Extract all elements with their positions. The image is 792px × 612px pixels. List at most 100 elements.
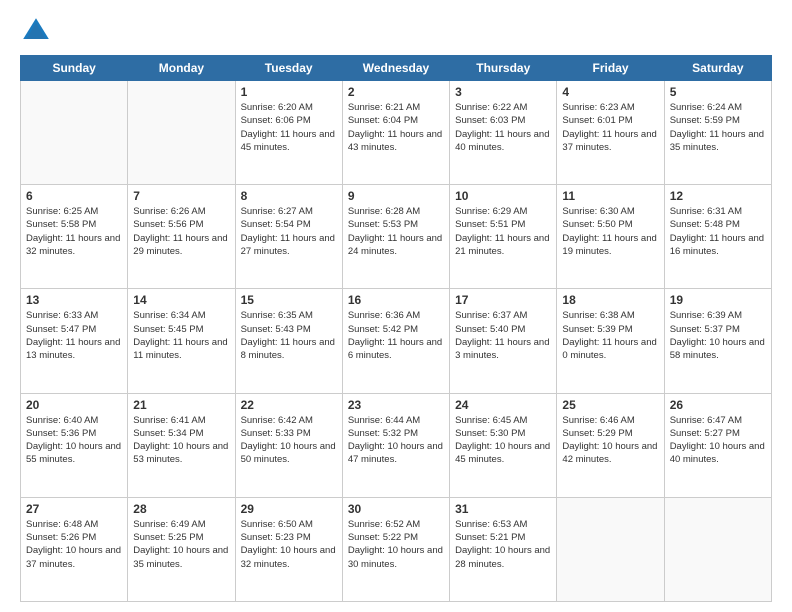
calendar-cell: 5Sunrise: 6:24 AM Sunset: 5:59 PM Daylig… <box>664 81 771 185</box>
calendar-cell: 17 Sunrise: 6:37 AM Sunset: 5:40 PM Dayli… <box>450 289 557 393</box>
day-number: 12 <box>670 189 766 203</box>
cell-text: Sunrise: 6:22 AM Sunset: 6:03 PM Dayligh… <box>455 101 551 154</box>
calendar-table: SundayMondayTuesdayWednesdayThursdayFrid… <box>20 55 772 602</box>
day-number: 17 <box>455 293 551 307</box>
day-number: 11 <box>562 189 658 203</box>
calendar-cell: 13 Sunrise: 6:33 AM Sunset: 5:47 PM Dayli… <box>21 289 128 393</box>
day-header-friday: Friday <box>557 56 664 81</box>
cell-text: Sunrise: 6:30 AM Sunset: 5:50 PM Dayligh… <box>562 205 658 258</box>
day-number: 2 <box>348 85 444 99</box>
cell-text: Sunrise: 6:44 AM Sunset: 5:32 PM Dayligh… <box>348 414 444 467</box>
calendar-cell <box>21 81 128 185</box>
day-number: 14 <box>133 293 229 307</box>
day-number: 30 <box>348 502 444 516</box>
cell-text: Sunrise: 6:48 AM Sunset: 5:26 PM Dayligh… <box>26 518 122 571</box>
calendar-cell: 30 Sunrise: 6:52 AM Sunset: 5:22 PM Dayli… <box>342 497 449 601</box>
day-number: 20 <box>26 398 122 412</box>
calendar-cell: 3 Sunrise: 6:22 AM Sunset: 6:03 PM Daylig… <box>450 81 557 185</box>
calendar-cell: 7 Sunrise: 6:26 AM Sunset: 5:56 PM Daylig… <box>128 185 235 289</box>
day-header-tuesday: Tuesday <box>235 56 342 81</box>
day-number: 19 <box>670 293 766 307</box>
calendar-cell <box>557 497 664 601</box>
calendar-cell: 26 Sunrise: 6:47 AM Sunset: 5:27 PM Dayli… <box>664 393 771 497</box>
cell-text: Sunrise: 6:24 AM Sunset: 5:59 PM Dayligh… <box>670 101 766 154</box>
cell-text: Sunrise: 6:39 AM Sunset: 5:37 PM Dayligh… <box>670 309 766 362</box>
cell-text: Sunrise: 6:34 AM Sunset: 5:45 PM Dayligh… <box>133 309 229 362</box>
calendar-cell: 11 Sunrise: 6:30 AM Sunset: 5:50 PM Dayli… <box>557 185 664 289</box>
day-number: 23 <box>348 398 444 412</box>
calendar-cell: 27 Sunrise: 6:48 AM Sunset: 5:26 PM Dayli… <box>21 497 128 601</box>
day-number: 4 <box>562 85 658 99</box>
day-number: 1 <box>241 85 337 99</box>
header <box>20 15 772 47</box>
calendar-cell: 6 Sunrise: 6:25 AM Sunset: 5:58 PM Daylig… <box>21 185 128 289</box>
cell-text: Sunrise: 6:31 AM Sunset: 5:48 PM Dayligh… <box>670 205 766 258</box>
day-header-wednesday: Wednesday <box>342 56 449 81</box>
calendar-week-1: 1 Sunrise: 6:20 AM Sunset: 6:06 PM Daylig… <box>21 81 772 185</box>
cell-text: Sunrise: 6:40 AM Sunset: 5:36 PM Dayligh… <box>26 414 122 467</box>
cell-text: Sunrise: 6:42 AM Sunset: 5:33 PM Dayligh… <box>241 414 337 467</box>
cell-text: Sunrise: 6:33 AM Sunset: 5:47 PM Dayligh… <box>26 309 122 362</box>
day-number: 25 <box>562 398 658 412</box>
logo <box>20 15 58 47</box>
calendar-cell: 18Sunrise: 6:38 AM Sunset: 5:39 PM Dayli… <box>557 289 664 393</box>
cell-text: Sunrise: 6:29 AM Sunset: 5:51 PM Dayligh… <box>455 205 551 258</box>
day-number: 31 <box>455 502 551 516</box>
day-number: 24 <box>455 398 551 412</box>
calendar-cell: 31 Sunrise: 6:53 AM Sunset: 5:21 PM Dayli… <box>450 497 557 601</box>
day-number: 7 <box>133 189 229 203</box>
day-number: 28 <box>133 502 229 516</box>
page: SundayMondayTuesdayWednesdayThursdayFrid… <box>0 0 792 612</box>
cell-text: Sunrise: 6:26 AM Sunset: 5:56 PM Dayligh… <box>133 205 229 258</box>
cell-text: Sunrise: 6:37 AM Sunset: 5:40 PM Dayligh… <box>455 309 551 362</box>
calendar-cell: 23 Sunrise: 6:44 AM Sunset: 5:32 PM Dayli… <box>342 393 449 497</box>
calendar-cell: 8 Sunrise: 6:27 AM Sunset: 5:54 PM Daylig… <box>235 185 342 289</box>
day-header-saturday: Saturday <box>664 56 771 81</box>
day-number: 27 <box>26 502 122 516</box>
calendar-cell <box>128 81 235 185</box>
day-number: 21 <box>133 398 229 412</box>
calendar-cell: 15Sunrise: 6:35 AM Sunset: 5:43 PM Dayli… <box>235 289 342 393</box>
day-number: 16 <box>348 293 444 307</box>
cell-text: Sunrise: 6:27 AM Sunset: 5:54 PM Dayligh… <box>241 205 337 258</box>
cell-text: Sunrise: 6:35 AM Sunset: 5:43 PM Dayligh… <box>241 309 337 362</box>
calendar-cell: 21 Sunrise: 6:41 AM Sunset: 5:34 PM Dayli… <box>128 393 235 497</box>
day-number: 8 <box>241 189 337 203</box>
cell-text: Sunrise: 6:41 AM Sunset: 5:34 PM Dayligh… <box>133 414 229 467</box>
cell-text: Sunrise: 6:53 AM Sunset: 5:21 PM Dayligh… <box>455 518 551 571</box>
cell-text: Sunrise: 6:50 AM Sunset: 5:23 PM Dayligh… <box>241 518 337 571</box>
logo-icon <box>20 15 52 47</box>
calendar-cell: 19 Sunrise: 6:39 AM Sunset: 5:37 PM Dayli… <box>664 289 771 393</box>
day-number: 9 <box>348 189 444 203</box>
cell-text: Sunrise: 6:45 AM Sunset: 5:30 PM Dayligh… <box>455 414 551 467</box>
calendar-week-5: 27 Sunrise: 6:48 AM Sunset: 5:26 PM Dayli… <box>21 497 772 601</box>
cell-text: Sunrise: 6:47 AM Sunset: 5:27 PM Dayligh… <box>670 414 766 467</box>
cell-text: Sunrise: 6:49 AM Sunset: 5:25 PM Dayligh… <box>133 518 229 571</box>
calendar-cell: 4Sunrise: 6:23 AM Sunset: 6:01 PM Daylig… <box>557 81 664 185</box>
calendar-cell: 9 Sunrise: 6:28 AM Sunset: 5:53 PM Daylig… <box>342 185 449 289</box>
calendar-cell: 12 Sunrise: 6:31 AM Sunset: 5:48 PM Dayli… <box>664 185 771 289</box>
calendar-cell <box>664 497 771 601</box>
day-number: 6 <box>26 189 122 203</box>
day-header-sunday: Sunday <box>21 56 128 81</box>
day-number: 26 <box>670 398 766 412</box>
day-number: 3 <box>455 85 551 99</box>
cell-text: Sunrise: 6:52 AM Sunset: 5:22 PM Dayligh… <box>348 518 444 571</box>
calendar-week-4: 20 Sunrise: 6:40 AM Sunset: 5:36 PM Dayli… <box>21 393 772 497</box>
day-header-monday: Monday <box>128 56 235 81</box>
calendar-cell: 1 Sunrise: 6:20 AM Sunset: 6:06 PM Daylig… <box>235 81 342 185</box>
cell-text: Sunrise: 6:21 AM Sunset: 6:04 PM Dayligh… <box>348 101 444 154</box>
calendar-cell: 28 Sunrise: 6:49 AM Sunset: 5:25 PM Dayli… <box>128 497 235 601</box>
cell-text: Sunrise: 6:20 AM Sunset: 6:06 PM Dayligh… <box>241 101 337 154</box>
cell-text: Sunrise: 6:36 AM Sunset: 5:42 PM Dayligh… <box>348 309 444 362</box>
calendar-cell: 2 Sunrise: 6:21 AM Sunset: 6:04 PM Daylig… <box>342 81 449 185</box>
day-number: 18 <box>562 293 658 307</box>
calendar-cell: 14 Sunrise: 6:34 AM Sunset: 5:45 PM Dayli… <box>128 289 235 393</box>
calendar-cell: 24 Sunrise: 6:45 AM Sunset: 5:30 PM Dayli… <box>450 393 557 497</box>
cell-text: Sunrise: 6:25 AM Sunset: 5:58 PM Dayligh… <box>26 205 122 258</box>
cell-text: Sunrise: 6:28 AM Sunset: 5:53 PM Dayligh… <box>348 205 444 258</box>
calendar-cell: 10Sunrise: 6:29 AM Sunset: 5:51 PM Dayli… <box>450 185 557 289</box>
calendar-header-row: SundayMondayTuesdayWednesdayThursdayFrid… <box>21 56 772 81</box>
calendar-cell: 29Sunrise: 6:50 AM Sunset: 5:23 PM Dayli… <box>235 497 342 601</box>
day-number: 13 <box>26 293 122 307</box>
